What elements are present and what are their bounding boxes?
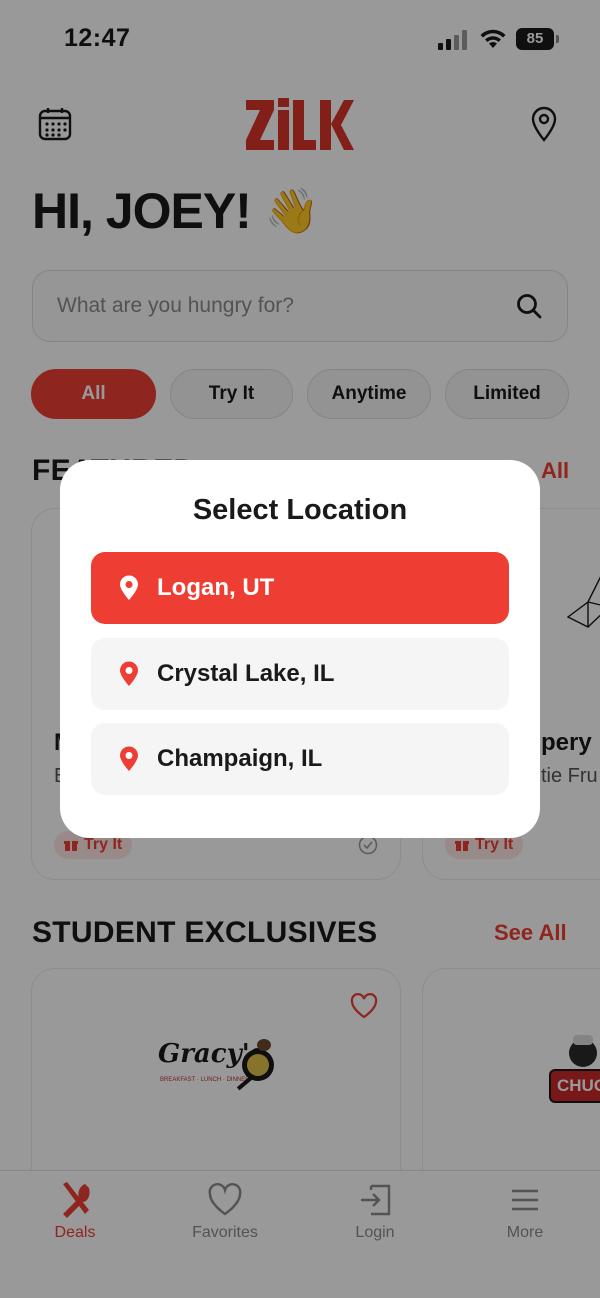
location-option-logan[interactable]: Logan, UT: [91, 552, 509, 624]
modal-title: Select Location: [192, 494, 408, 526]
location-option-label: Champaign, IL: [157, 745, 323, 772]
location-option-label: Logan, UT: [157, 574, 275, 601]
location-option-label: Crystal Lake, IL: [157, 660, 335, 687]
select-location-modal: Select Location Logan, UT Crystal Lake, …: [60, 460, 540, 838]
location-option-crystal-lake[interactable]: Crystal Lake, IL: [91, 638, 509, 710]
location-option-champaign[interactable]: Champaign, IL: [91, 723, 509, 795]
location-pin-icon: [120, 746, 138, 771]
location-pin-icon: [120, 661, 138, 686]
location-pin-icon: [120, 575, 138, 600]
